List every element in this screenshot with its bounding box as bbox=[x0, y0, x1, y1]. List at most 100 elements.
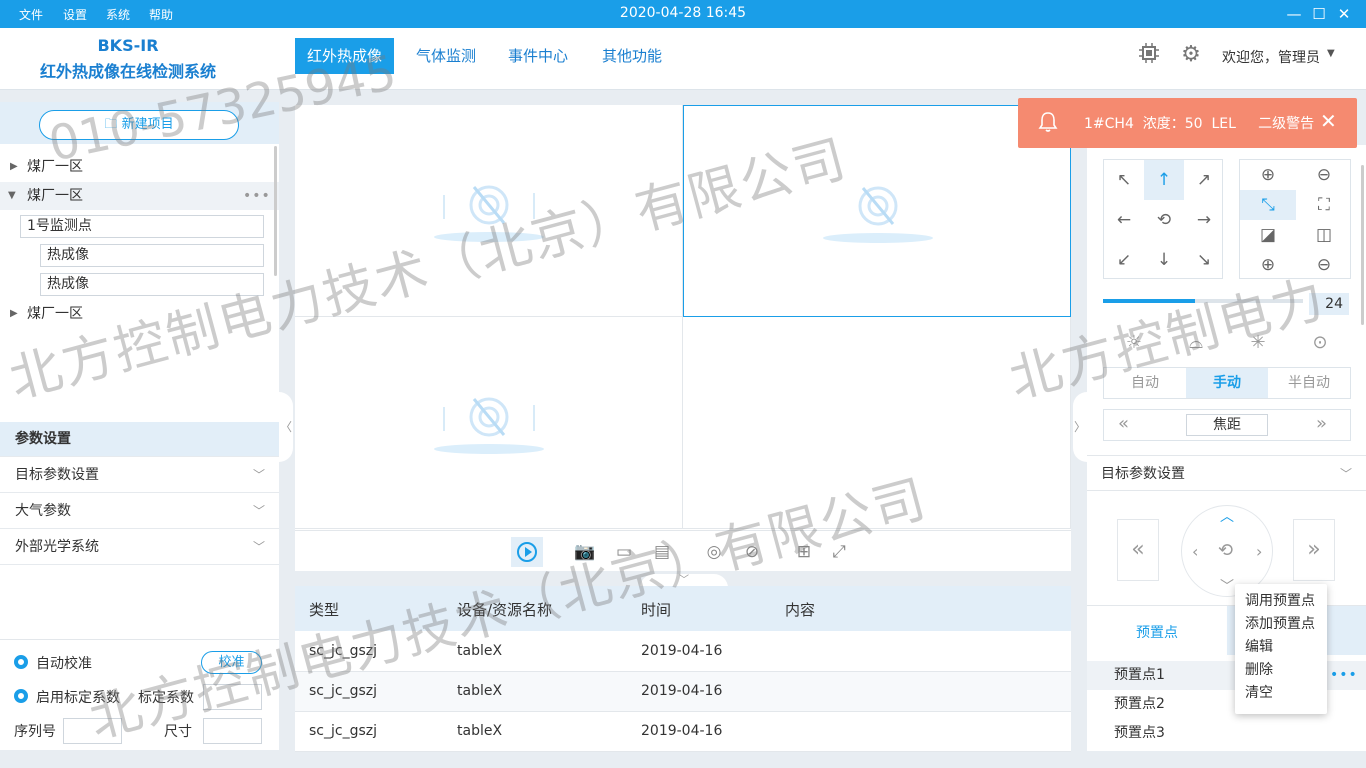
cell-time: 2019-04-16 bbox=[641, 723, 723, 739]
wheel-up-icon[interactable]: ︿ bbox=[1220, 506, 1234, 526]
new-project-button[interactable]: 🗀 新建项目 bbox=[39, 110, 239, 140]
wheel-right-icon[interactable]: › bbox=[1256, 542, 1262, 561]
preset-item-3[interactable]: 预置点3 bbox=[1087, 719, 1366, 748]
ptz-down-right-icon[interactable]: ↘ bbox=[1184, 240, 1224, 280]
shrink-icon[interactable]: ⤡ bbox=[1240, 190, 1296, 220]
tree-node-2[interactable]: ▼ 煤厂一区 ••• bbox=[0, 182, 279, 210]
more-icon[interactable]: ••• bbox=[1330, 661, 1358, 690]
ptz-right-icon[interactable]: → bbox=[1184, 200, 1224, 240]
menu-edit[interactable]: 编辑 bbox=[1235, 636, 1327, 659]
light-icon[interactable]: ☼ bbox=[1119, 329, 1149, 357]
table-row[interactable]: sc_jc_gszj tableX 2019-04-16 bbox=[295, 632, 1071, 672]
tree-node-1[interactable]: ▶ 煤厂一区 bbox=[0, 153, 279, 181]
minimize-icon[interactable]: — bbox=[1284, 4, 1304, 24]
col-type: 类型 bbox=[309, 601, 340, 619]
video-cell-4[interactable] bbox=[683, 317, 1071, 529]
layer-front-icon[interactable]: ◪ bbox=[1240, 220, 1296, 250]
wheel-reset-icon[interactable]: ⟲ bbox=[1218, 540, 1233, 561]
collapse-left-icon[interactable]: 〈 bbox=[279, 392, 293, 462]
play-button[interactable] bbox=[511, 537, 543, 567]
camera-icon[interactable]: 📷 bbox=[574, 541, 596, 563]
external-optics-section[interactable]: 外部光学系统 ﹀ bbox=[0, 530, 279, 565]
right-scrollbar[interactable] bbox=[1361, 165, 1364, 325]
atmosphere-params-section[interactable]: 大气参数 ﹀ bbox=[0, 494, 279, 529]
tab-gas[interactable]: 气体监测 bbox=[404, 38, 488, 74]
menu-delete[interactable]: 删除 bbox=[1235, 659, 1327, 682]
table-row[interactable]: sc_jc_gszj tableX 2019-04-16 bbox=[295, 672, 1071, 712]
tree-scrollbar[interactable] bbox=[274, 146, 277, 276]
tree-node-monitor-point[interactable]: 1号监测点 bbox=[20, 215, 264, 238]
no-signal-icon bbox=[434, 185, 544, 242]
target-params-section-right[interactable]: 目标参数设置 ﹀ bbox=[1087, 455, 1366, 491]
auto-calib-radio[interactable] bbox=[14, 655, 28, 669]
menu-clear[interactable]: 清空 bbox=[1235, 682, 1327, 705]
expand-icon[interactable]: ⛶ bbox=[1296, 190, 1352, 220]
mode-auto[interactable]: 自动 bbox=[1104, 368, 1186, 398]
video-toolbar: 📷 ▭ ▤ ◎ ⊘ ⊞ ⤢ bbox=[295, 530, 1071, 571]
target-off-icon[interactable]: ⊘ bbox=[741, 541, 763, 563]
preset-next-button[interactable]: » bbox=[1293, 519, 1335, 581]
target-params-section[interactable]: 目标参数设置 ﹀ bbox=[0, 458, 279, 493]
add-folder-icon: 🗀 bbox=[104, 117, 122, 132]
tab-other[interactable]: 其他功能 bbox=[590, 38, 674, 74]
menu-call-preset[interactable]: 调用预置点 bbox=[1235, 590, 1327, 613]
size-input[interactable] bbox=[203, 718, 262, 744]
maximize-icon[interactable]: ☐ bbox=[1309, 4, 1329, 24]
ptz-up-icon[interactable]: ↑ bbox=[1144, 160, 1184, 200]
tab-presets[interactable]: 预置点 bbox=[1136, 622, 1178, 642]
coef-label: 标定系数 bbox=[138, 690, 194, 706]
video-cell-2[interactable] bbox=[683, 105, 1071, 317]
ptz-down-icon[interactable]: ↓ bbox=[1144, 240, 1184, 280]
table-row[interactable]: sc_jc_gszj tableX 2019-04-16 bbox=[295, 712, 1071, 752]
tab-events[interactable]: 事件中心 bbox=[496, 38, 580, 74]
mode-manual[interactable]: 手动 bbox=[1186, 368, 1268, 398]
tree-node-thermal-2[interactable]: 热成像 bbox=[40, 273, 264, 296]
close-alert-icon[interactable]: ✕ bbox=[1320, 109, 1337, 133]
user-welcome[interactable]: 欢迎您，管理员 bbox=[1222, 47, 1320, 67]
double-left-icon[interactable]: « bbox=[1118, 413, 1129, 434]
ptz-reset-icon[interactable]: ⟲ bbox=[1144, 200, 1184, 240]
wheel-left-icon[interactable]: ‹ bbox=[1192, 542, 1198, 561]
save-icon[interactable]: ▤ bbox=[651, 541, 673, 563]
mode-semi-auto[interactable]: 半自动 bbox=[1268, 368, 1350, 398]
double-right-icon[interactable]: » bbox=[1316, 413, 1327, 434]
video-cell-3[interactable] bbox=[295, 317, 683, 529]
ptz-down-left-icon[interactable]: ↙ bbox=[1104, 240, 1144, 280]
collapse-right-icon[interactable]: 〉 bbox=[1073, 392, 1087, 462]
speed-slider[interactable] bbox=[1103, 299, 1303, 303]
wheel-down-icon[interactable]: ﹀ bbox=[1220, 576, 1234, 596]
defrost-icon[interactable]: ✳ bbox=[1243, 329, 1273, 357]
slider-fill bbox=[1103, 299, 1195, 303]
zoom-out-icon[interactable]: ⊖ bbox=[1296, 160, 1352, 190]
zoom-in-icon[interactable]: ⊕ bbox=[1240, 160, 1296, 190]
ptz-up-right-icon[interactable]: ↗ bbox=[1184, 160, 1224, 200]
wiper-icon[interactable]: ⌓ bbox=[1181, 329, 1211, 357]
target-on-icon[interactable]: ◎ bbox=[703, 541, 725, 563]
chip-icon[interactable] bbox=[1136, 42, 1162, 68]
serial-input[interactable] bbox=[63, 718, 122, 744]
ptz-left-icon[interactable]: ← bbox=[1104, 200, 1144, 240]
tree-node-3[interactable]: ▶ 煤厂一区 bbox=[0, 300, 279, 328]
preset-prev-button[interactable]: « bbox=[1117, 519, 1159, 581]
tree-node-thermal-1[interactable]: 热成像 bbox=[40, 244, 264, 267]
menu-add-preset[interactable]: 添加预置点 bbox=[1235, 613, 1327, 636]
fullscreen-icon[interactable]: ⤢ bbox=[828, 541, 850, 563]
gear-icon[interactable]: ⚙ bbox=[1178, 42, 1204, 68]
chevron-down-icon: ﹀ bbox=[252, 540, 265, 554]
layout-icon[interactable]: ⊞ bbox=[793, 541, 815, 563]
video-cell-1[interactable] bbox=[295, 105, 683, 317]
alert-message: 1#CH4 浓度：50 LEL 二级警告 bbox=[1084, 116, 1315, 132]
calibrate-button[interactable]: 校准 bbox=[201, 651, 262, 674]
focus-far-icon[interactable]: ⊖ bbox=[1296, 250, 1352, 280]
chevron-down-icon[interactable]: ▼ bbox=[1327, 48, 1335, 59]
close-window-icon[interactable]: ✕ bbox=[1334, 4, 1354, 24]
coef-input[interactable] bbox=[203, 684, 262, 710]
crosshair-icon[interactable]: ⊙ bbox=[1305, 329, 1335, 357]
ptz-up-left-icon[interactable]: ↖ bbox=[1104, 160, 1144, 200]
layer-back-icon[interactable]: ◫ bbox=[1296, 220, 1352, 250]
tab-thermal[interactable]: 红外热成像 bbox=[295, 38, 395, 74]
more-icon[interactable]: ••• bbox=[243, 182, 271, 210]
record-icon[interactable]: ▭ bbox=[613, 541, 635, 563]
focus-near-icon[interactable]: ⊕ bbox=[1240, 250, 1296, 280]
enable-coef-radio[interactable] bbox=[14, 689, 28, 703]
